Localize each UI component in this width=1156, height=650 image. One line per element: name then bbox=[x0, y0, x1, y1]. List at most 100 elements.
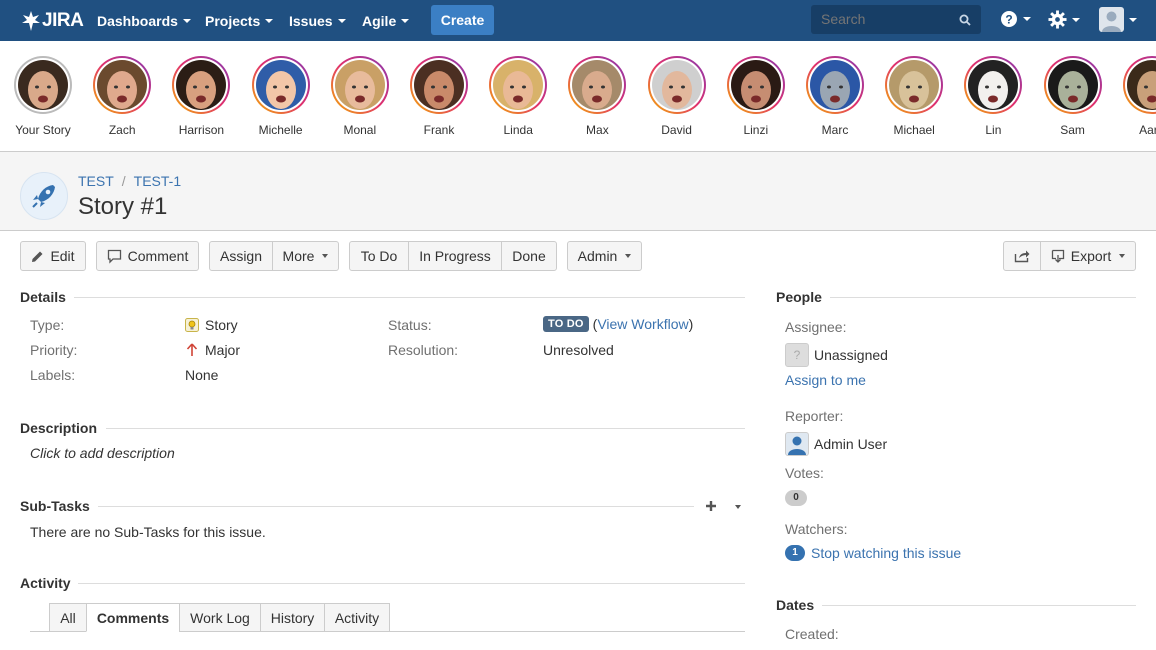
view-workflow-link[interactable]: View Workflow bbox=[597, 316, 688, 332]
edit-button[interactable]: Edit bbox=[20, 241, 86, 271]
settings-menu[interactable] bbox=[1048, 10, 1080, 29]
dates-heading[interactable]: Dates bbox=[776, 597, 814, 613]
story-item[interactable]: Linzi bbox=[716, 56, 796, 137]
story-name: Aaro bbox=[1139, 123, 1156, 137]
nav-projects-menu[interactable]: Projects bbox=[205, 0, 274, 41]
story-inner bbox=[16, 58, 70, 112]
tab-all[interactable]: All bbox=[49, 603, 87, 632]
labels-value[interactable]: None bbox=[185, 367, 218, 383]
comment-button[interactable]: Comment bbox=[96, 241, 199, 271]
story-avatar bbox=[176, 60, 227, 110]
story-item[interactable]: Monal bbox=[320, 56, 400, 137]
create-button[interactable]: Create bbox=[431, 5, 494, 35]
story-item[interactable]: Michael bbox=[874, 56, 954, 137]
created-label: Created: bbox=[785, 626, 839, 642]
view-workflow-close-paren: ) bbox=[688, 316, 694, 332]
gear-icon bbox=[1048, 10, 1067, 29]
add-subtask-plus-icon[interactable] bbox=[704, 499, 718, 513]
done-button[interactable]: Done bbox=[501, 241, 557, 271]
story-item[interactable]: Harrison bbox=[161, 56, 241, 137]
nav-dashboards-menu[interactable]: Dashboards bbox=[97, 0, 191, 41]
jira-logo[interactable]: JIRA bbox=[22, 10, 84, 32]
story-item[interactable]: Frank bbox=[399, 56, 479, 137]
search-input[interactable] bbox=[811, 5, 981, 34]
story-item[interactable]: Max bbox=[557, 56, 637, 137]
subtasks-empty-message: There are no Sub-Tasks for this issue. bbox=[30, 524, 266, 540]
comment-icon bbox=[107, 249, 121, 264]
story-item[interactable]: Aaro bbox=[1112, 56, 1156, 137]
to-do-button-label: To Do bbox=[360, 248, 398, 264]
details-heading[interactable]: Details bbox=[20, 289, 66, 305]
more-button[interactable]: More bbox=[272, 241, 339, 271]
story-inner bbox=[95, 58, 150, 112]
subtasks-options-chevron-down-icon[interactable] bbox=[735, 505, 741, 509]
svg-text:?: ? bbox=[794, 348, 801, 362]
nav-dashboards-label: Dashboards bbox=[97, 12, 178, 29]
export-button[interactable]: Export bbox=[1040, 241, 1136, 271]
breadcrumb-project-link[interactable]: TEST bbox=[78, 173, 114, 189]
votes-label: Votes: bbox=[785, 465, 824, 481]
reporter-value[interactable]: Admin User bbox=[785, 432, 887, 456]
tab-activity[interactable]: Activity bbox=[324, 603, 390, 632]
story-name: Harrison bbox=[178, 123, 225, 137]
story-item[interactable]: Linda bbox=[478, 56, 558, 137]
nav-agile-menu[interactable]: Agile bbox=[362, 0, 410, 41]
help-menu[interactable]: ? bbox=[1000, 10, 1031, 28]
story-item[interactable]: Marc bbox=[795, 56, 875, 137]
story-item[interactable]: Zach bbox=[82, 56, 162, 137]
story-inner bbox=[649, 58, 704, 112]
story-inner bbox=[1124, 58, 1156, 112]
people-heading[interactable]: People bbox=[776, 289, 822, 305]
story-name: Marc bbox=[821, 123, 849, 137]
watchers-count-badge[interactable]: 1 bbox=[785, 545, 805, 561]
story-inner bbox=[966, 58, 1021, 112]
in-progress-button[interactable]: In Progress bbox=[408, 241, 502, 271]
admin-button[interactable]: Admin bbox=[567, 241, 642, 271]
assign-to-me-link[interactable]: Assign to me bbox=[785, 372, 866, 388]
story-type-icon bbox=[185, 318, 199, 332]
subtasks-heading[interactable]: Sub-Tasks bbox=[20, 498, 90, 514]
story-item[interactable]: Sam bbox=[1033, 56, 1113, 137]
chevron-down-icon bbox=[322, 254, 329, 258]
tab-comments[interactable]: Comments bbox=[86, 603, 180, 632]
chevron-down-icon bbox=[1023, 17, 1031, 21]
issue-title[interactable]: Story #1 bbox=[78, 193, 167, 221]
arrow-up-priority-icon bbox=[186, 343, 198, 356]
dates-divider bbox=[822, 605, 1136, 606]
comment-button-label: Comment bbox=[127, 248, 189, 264]
activity-heading[interactable]: Activity bbox=[20, 575, 71, 591]
description-placeholder[interactable]: Click to add description bbox=[30, 445, 175, 461]
description-heading[interactable]: Description bbox=[20, 420, 97, 436]
story-name: Max bbox=[586, 123, 609, 137]
breadcrumb-issue-key-link[interactable]: TEST-1 bbox=[134, 173, 181, 189]
story-name: Monal bbox=[343, 123, 377, 137]
tab-history[interactable]: History bbox=[260, 603, 325, 632]
search-icon[interactable] bbox=[959, 14, 971, 26]
to-do-button[interactable]: To Do bbox=[349, 241, 409, 271]
assignee-value[interactable]: ? Unassigned bbox=[785, 343, 888, 367]
user-profile-menu[interactable] bbox=[1099, 7, 1137, 32]
subtasks-divider bbox=[98, 506, 694, 507]
story-ring bbox=[410, 56, 468, 114]
stop-watching-link[interactable]: Stop watching this issue bbox=[811, 545, 961, 561]
story-inner bbox=[728, 58, 783, 112]
nav-issues-menu[interactable]: Issues bbox=[289, 0, 346, 41]
story-avatar bbox=[18, 60, 68, 110]
assignee-label: Assignee: bbox=[785, 319, 847, 335]
story-name: Sam bbox=[1060, 123, 1085, 137]
watchers-label: Watchers: bbox=[785, 521, 848, 537]
share-button[interactable] bbox=[1003, 241, 1041, 271]
assign-button[interactable]: Assign bbox=[209, 241, 273, 271]
story-inner bbox=[570, 58, 625, 112]
story-item[interactable]: David bbox=[637, 56, 717, 137]
story-item[interactable]: Michelle bbox=[241, 56, 321, 137]
story-item[interactable]: Lin bbox=[953, 56, 1033, 137]
tab-work-log[interactable]: Work Log bbox=[179, 603, 261, 632]
story-item[interactable]: Your Story bbox=[3, 56, 83, 137]
story-name: Linda bbox=[503, 123, 533, 137]
stories-strip: Your Story Zach Harrison Michelle Monal Frank… bbox=[0, 41, 1156, 152]
project-avatar[interactable] bbox=[20, 172, 68, 220]
breadcrumb-separator: / bbox=[121, 173, 126, 189]
description-divider bbox=[106, 428, 745, 429]
votes-count-badge[interactable]: 0 bbox=[785, 490, 807, 506]
